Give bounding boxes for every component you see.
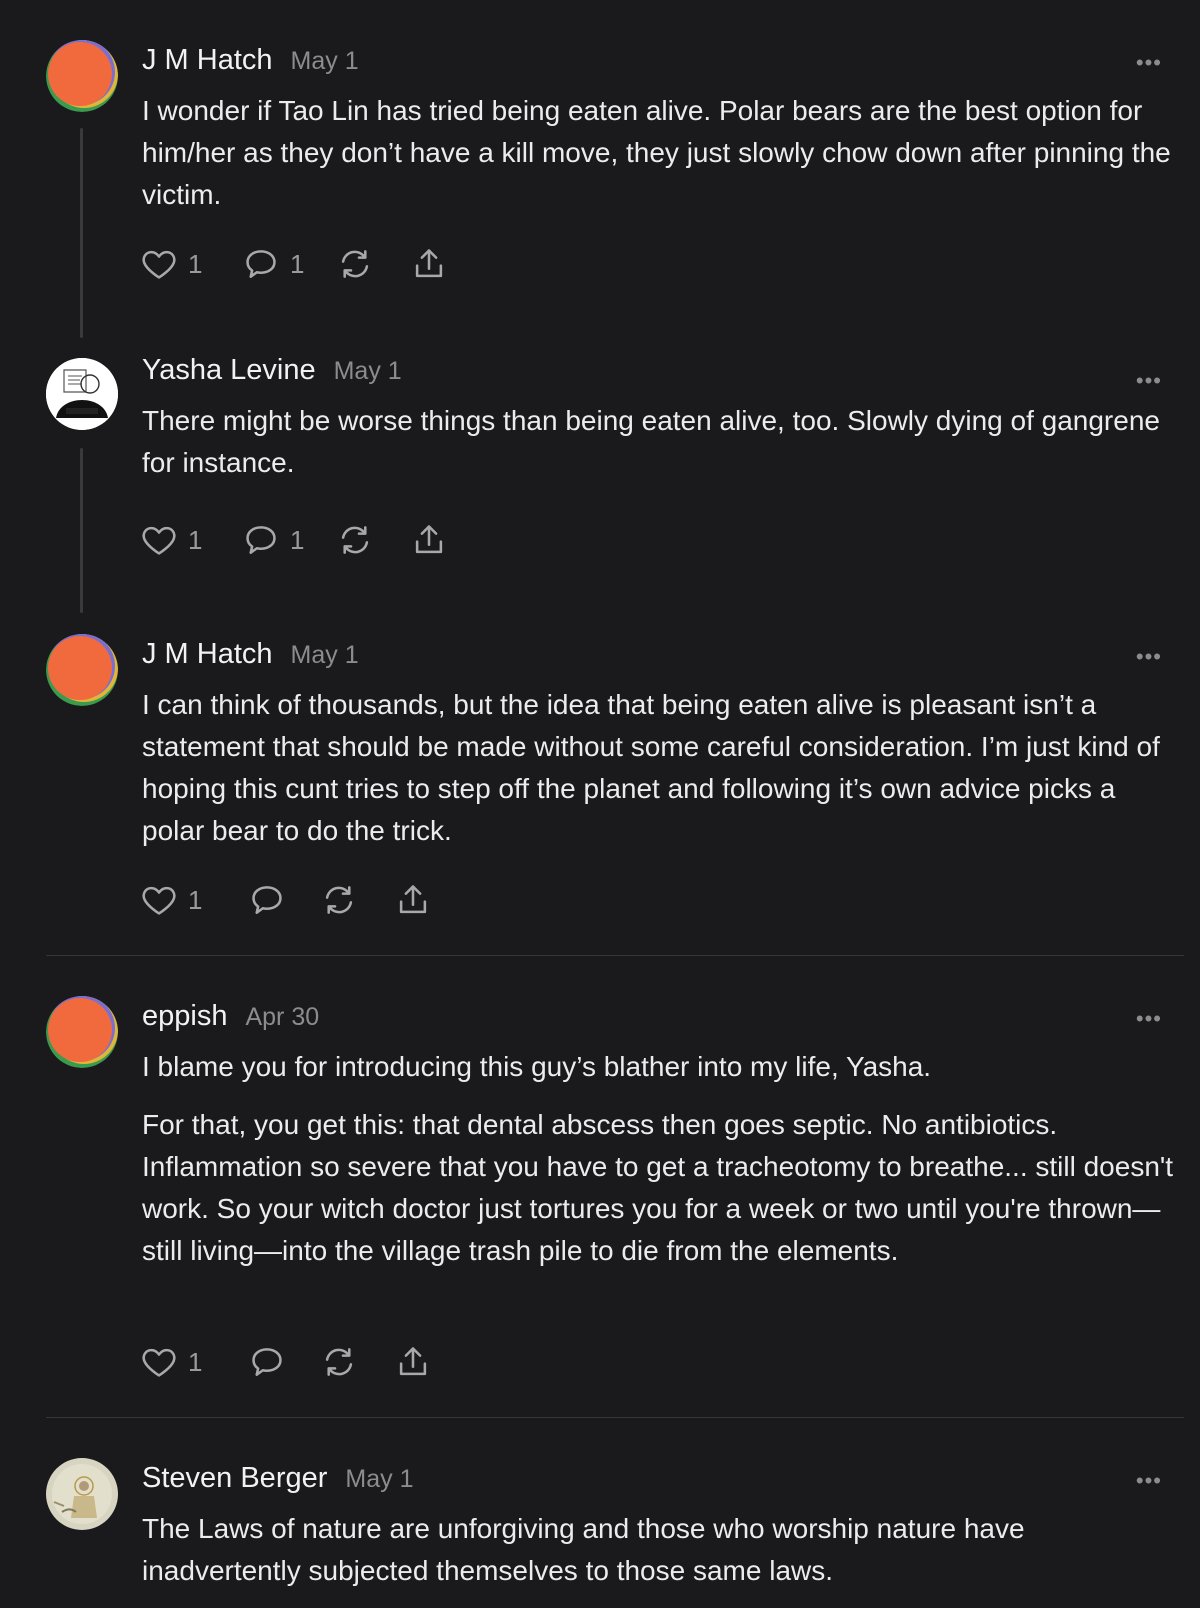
comment-text: I can think of thousands, but the idea t… (142, 689, 1160, 846)
comment-date[interactable]: May 1 (291, 641, 359, 669)
like-count: 1 (188, 248, 203, 279)
author-name[interactable]: J M Hatch (142, 638, 273, 670)
heart-icon (142, 1348, 176, 1377)
avatar[interactable] (46, 996, 118, 1068)
comment-body: The Laws of nature are unforgiving and t… (142, 1508, 1182, 1592)
like-count: 1 (188, 524, 203, 555)
comment-text: The Laws of nature are unforgiving and t… (142, 1513, 1025, 1586)
author-name[interactable]: eppish (142, 1000, 227, 1032)
comment-author[interactable]: Yasha Levine May 1 (142, 354, 402, 387)
reply-button[interactable] (248, 880, 286, 920)
comment-body: I wonder if Tao Lin has tried being eate… (142, 90, 1182, 216)
restack-icon (341, 526, 369, 554)
like-button[interactable]: 1 (140, 520, 202, 560)
avatar[interactable] (46, 40, 118, 112)
share-button[interactable] (410, 244, 448, 284)
comment-author[interactable]: J M Hatch May 1 (142, 44, 359, 77)
share-icon (399, 885, 427, 914)
comment-body: I blame you for introducing this guy’s b… (142, 1046, 1182, 1272)
comment-text: I blame you for introducing this guy’s b… (142, 1051, 932, 1082)
reply-count: 1 (290, 524, 305, 555)
author-name[interactable]: J M Hatch (142, 44, 273, 76)
share-button[interactable] (394, 1342, 432, 1382)
comment-date[interactable]: May 1 (334, 357, 402, 385)
more-options-button[interactable]: ••• (1136, 1470, 1162, 1492)
avatar[interactable] (46, 634, 118, 706)
author-name[interactable]: Steven Berger (142, 1462, 327, 1494)
thread-line (80, 128, 83, 338)
restack-icon (325, 1348, 353, 1376)
speech-bubble-icon (246, 526, 276, 554)
more-options-button[interactable]: ••• (1136, 370, 1162, 392)
share-icon (415, 525, 443, 554)
reply-count: 1 (290, 248, 305, 279)
author-name[interactable]: Yasha Levine (142, 354, 316, 386)
like-button[interactable]: 1 (140, 1342, 202, 1382)
comment-author[interactable]: Steven Berger May 1 (142, 1462, 413, 1495)
comment-body: I can think of thousands, but the idea t… (142, 684, 1182, 852)
restack-button[interactable] (320, 880, 358, 920)
reply-button[interactable] (248, 1342, 286, 1382)
share-button[interactable] (410, 520, 448, 560)
thread-divider (46, 955, 1184, 956)
comment-text: There might be worse things than being e… (142, 405, 1160, 478)
like-count: 1 (188, 1346, 203, 1377)
like-button[interactable]: 1 (140, 880, 202, 920)
share-button[interactable] (394, 880, 432, 920)
more-options-button[interactable]: ••• (1136, 646, 1162, 668)
speech-bubble-icon (252, 886, 282, 914)
restack-button[interactable] (320, 1342, 358, 1382)
like-button[interactable]: 1 (140, 244, 202, 284)
reply-button[interactable]: 1 (242, 520, 304, 560)
reply-button[interactable]: 1 (242, 244, 304, 284)
like-count: 1 (188, 884, 203, 915)
more-options-button[interactable]: ••• (1136, 52, 1162, 74)
comment-text: I wonder if Tao Lin has tried being eate… (142, 95, 1171, 210)
speech-bubble-icon (252, 1348, 282, 1376)
heart-icon (142, 250, 176, 279)
comment-author[interactable]: J M Hatch May 1 (142, 638, 359, 671)
speech-bubble-icon (246, 250, 276, 278)
comment-author[interactable]: eppish Apr 30 (142, 1000, 319, 1033)
thread-line (80, 448, 83, 613)
restack-button[interactable] (336, 244, 374, 284)
heart-icon (142, 526, 176, 555)
share-icon (415, 249, 443, 278)
avatar[interactable] (46, 1458, 118, 1530)
heart-icon (142, 886, 176, 915)
restack-icon (341, 250, 369, 278)
avatar[interactable] (46, 358, 118, 430)
restack-icon (325, 886, 353, 914)
thread-divider (46, 1417, 1184, 1418)
comment-date[interactable]: May 1 (291, 47, 359, 75)
comment-date[interactable]: May 1 (345, 1465, 413, 1493)
restack-button[interactable] (336, 520, 374, 560)
comment-text: For that, you get this: that dental absc… (142, 1109, 1174, 1266)
comment-body: There might be worse things than being e… (142, 400, 1182, 484)
share-icon (399, 1347, 427, 1376)
comment-date[interactable]: Apr 30 (245, 1003, 319, 1031)
more-options-button[interactable]: ••• (1136, 1008, 1162, 1030)
